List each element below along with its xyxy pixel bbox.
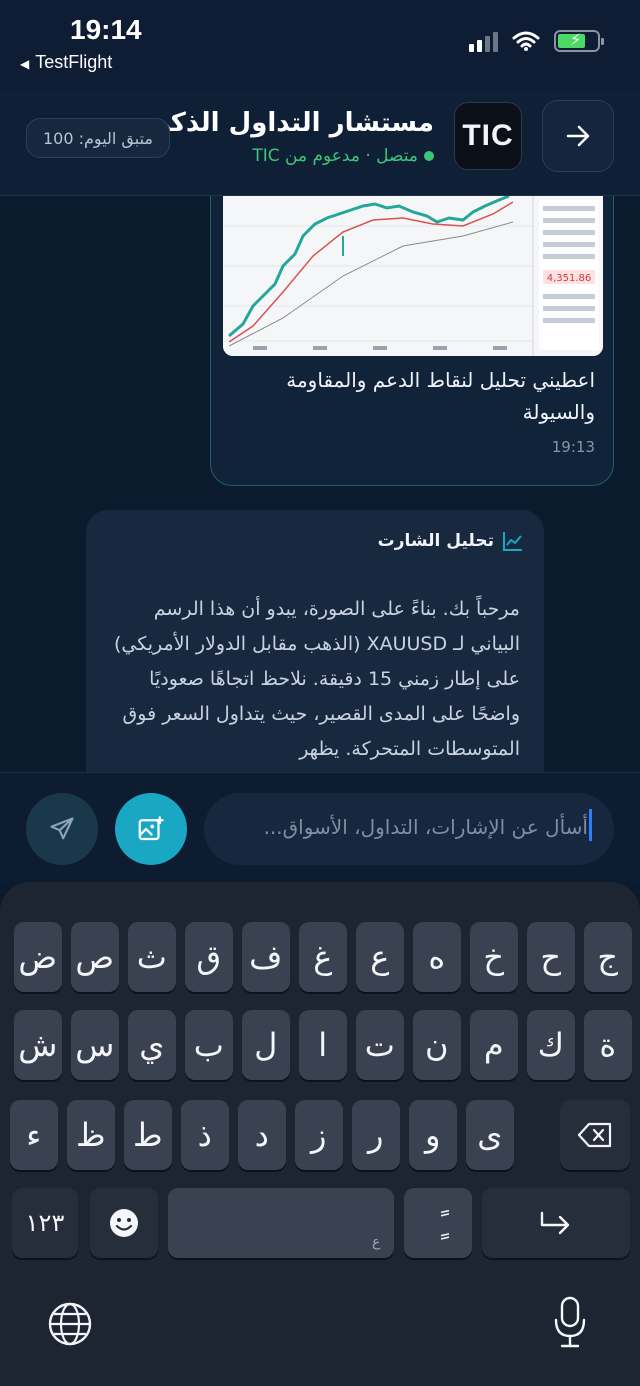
send-button[interactable] — [26, 793, 98, 865]
send-icon — [50, 817, 74, 840]
numbers-key-label: ١٢٣ — [25, 1209, 65, 1237]
key-r3-8[interactable]: ظ — [66, 1100, 115, 1170]
bot-message-bubble: تحليل الشارت مرحباً بك. بناءً على الصورة… — [86, 510, 544, 772]
key-r1-9[interactable]: ث — [127, 922, 176, 992]
chart-line-icon — [503, 532, 522, 551]
status-time: 19:14 — [70, 14, 142, 45]
chart-screenshot-image[interactable]: 4,351.86 — [223, 196, 603, 356]
signal-icon — [469, 30, 498, 52]
bot-message-text: مرحباً بك. بناءً على الصورة، يبدو أن هذا… — [114, 598, 520, 760]
chat-title: مستشار التداول الذكي — [144, 108, 434, 138]
key-r1-1[interactable]: ج — [583, 922, 632, 992]
key-r2-5[interactable]: ت — [355, 1010, 404, 1080]
key-r2-3[interactable]: م — [469, 1010, 518, 1080]
key-r1-2[interactable]: ح — [526, 922, 575, 992]
chat-status: متصل · مدعوم من TIC — [252, 146, 434, 166]
key-r1-7[interactable]: ف — [241, 922, 290, 992]
chat-status-text: متصل · مدعوم من TIC — [252, 146, 418, 166]
user-message-time: 19:13 — [551, 438, 595, 456]
key-r2-9[interactable]: ي — [127, 1010, 176, 1080]
globe-key[interactable] — [44, 1298, 96, 1350]
key-r1-3[interactable]: خ — [469, 922, 518, 992]
arrow-right-icon — [566, 125, 590, 147]
wifi-icon — [512, 31, 540, 51]
chat-header: TIC مستشار التداول الذكي متصل · مدعوم من… — [0, 90, 640, 196]
back-to-app-link[interactable]: ◀ TestFlight — [20, 52, 112, 73]
key-r3-6[interactable]: ذ — [180, 1100, 229, 1170]
key-r3-2[interactable]: و — [408, 1100, 457, 1170]
emoji-key[interactable] — [90, 1188, 158, 1258]
key-r1-5[interactable]: ع — [355, 922, 404, 992]
user-message-bubble: 4,351.86 اعطيني تحليل لنقاط الدعم والمقا… — [210, 196, 614, 486]
key-r2-2[interactable]: ك — [526, 1010, 575, 1080]
key-r1-8[interactable]: ق — [184, 922, 233, 992]
microphone-icon — [554, 1296, 586, 1348]
attach-image-button[interactable] — [115, 793, 187, 865]
key-r2-1[interactable]: ة — [583, 1010, 632, 1080]
status-icons: ⚡ — [469, 30, 604, 52]
tanween-key[interactable]: ًٍ — [404, 1188, 472, 1258]
emoji-icon — [110, 1209, 138, 1237]
globe-icon — [48, 1302, 92, 1346]
key-r1-11[interactable]: ض — [13, 922, 62, 992]
user-message-text: اعطيني تحليل لنقاط الدعم والمقاومة والسي… — [286, 368, 595, 424]
text-caret — [589, 809, 592, 841]
key-r3-3[interactable]: ر — [351, 1100, 400, 1170]
back-app-label: TestFlight — [35, 52, 113, 72]
online-dot-icon — [424, 151, 434, 161]
return-icon — [540, 1211, 570, 1235]
space-key-sublabel: ع — [372, 1234, 381, 1250]
key-r3-4[interactable]: ز — [294, 1100, 343, 1170]
backspace-key[interactable] — [560, 1100, 630, 1170]
battery-icon: ⚡ — [554, 30, 604, 52]
key-r2-7[interactable]: ل — [241, 1010, 290, 1080]
chat-messages[interactable]: 4,351.86 اعطيني تحليل لنقاط الدعم والمقا… — [0, 196, 640, 772]
key-r3-1[interactable]: ى — [465, 1100, 514, 1170]
key-r3-7[interactable]: ط — [123, 1100, 172, 1170]
arabic-keyboard: جحخهعغفقثصض ةكمنتالبيسش ىورزدذطظء ١٢٣ ع … — [0, 882, 640, 1386]
message-input[interactable]: أسأل عن الإشارات، التداول، الأسواق... — [204, 793, 614, 865]
key-r1-4[interactable]: ه — [412, 922, 461, 992]
daily-quota-badge: متبق اليوم: 100 — [26, 118, 170, 158]
back-triangle-icon: ◀ — [20, 57, 30, 71]
back-button[interactable] — [542, 100, 614, 172]
space-key[interactable]: ع — [168, 1188, 394, 1258]
numbers-key[interactable]: ١٢٣ — [12, 1188, 78, 1258]
key-r2-8[interactable]: ب — [184, 1010, 233, 1080]
key-r3-9[interactable]: ء — [9, 1100, 58, 1170]
key-r3-5[interactable]: د — [237, 1100, 286, 1170]
chart-price-label: 4,351.86 — [547, 273, 592, 284]
message-input-placeholder: أسأل عن الإشارات، التداول، الأسواق... — [263, 815, 588, 839]
add-image-icon — [138, 816, 164, 841]
key-r2-6[interactable]: ا — [298, 1010, 347, 1080]
dictation-key[interactable] — [548, 1294, 592, 1350]
key-r2-10[interactable]: س — [70, 1010, 119, 1080]
input-bar: أسأل عن الإشارات، التداول، الأسواق... — [0, 772, 640, 882]
logo-text: TIC — [462, 119, 514, 152]
status-bar: 19:14 ◀ TestFlight ⚡ — [0, 0, 640, 90]
return-key[interactable] — [482, 1188, 630, 1258]
backspace-icon — [577, 1122, 612, 1148]
key-r1-6[interactable]: غ — [298, 922, 347, 992]
bot-message-header: تحليل الشارت — [378, 530, 524, 552]
key-r1-10[interactable]: ص — [70, 922, 119, 992]
bot-message-title: تحليل الشارت — [377, 531, 494, 551]
tic-logo: TIC — [454, 102, 522, 170]
key-r2-11[interactable]: ش — [13, 1010, 62, 1080]
key-r2-4[interactable]: ن — [412, 1010, 461, 1080]
